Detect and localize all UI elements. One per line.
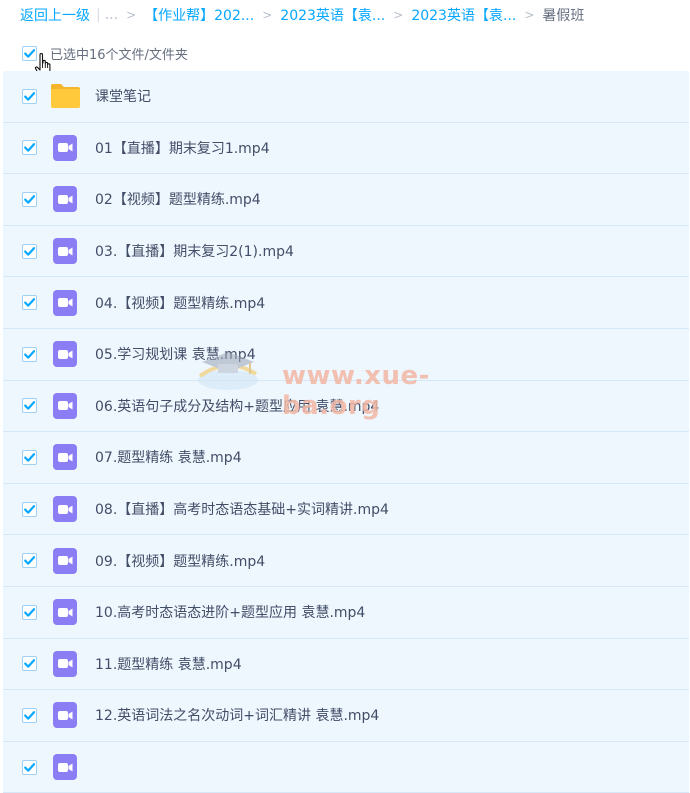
row-checkbox[interactable] xyxy=(22,243,37,259)
chevron-right-icon: > xyxy=(393,8,404,22)
breadcrumb-divider: | xyxy=(96,7,101,23)
breadcrumb-ellipsis[interactable]: ... xyxy=(105,7,118,23)
row-checkbox[interactable] xyxy=(22,346,37,362)
row-checkbox[interactable] xyxy=(22,191,37,207)
file-row[interactable]: 02【视频】题型精练.mp4 xyxy=(3,174,689,226)
row-checkbox[interactable] xyxy=(22,140,37,156)
breadcrumb-current: 暑假班 xyxy=(542,8,585,24)
breadcrumb-item[interactable]: 【作业帮】202... xyxy=(144,5,254,25)
file-row[interactable]: 03.【直播】期末复习2(1).mp4 xyxy=(3,225,689,278)
video-file-icon xyxy=(53,754,77,781)
row-checkbox[interactable] xyxy=(22,553,37,569)
file-row[interactable]: 10.高考时态语态进阶+题型应用 袁慧.mp4 xyxy=(3,586,689,639)
video-file-icon xyxy=(53,392,77,419)
checkmark-icon xyxy=(24,504,36,514)
select-all-checkbox[interactable] xyxy=(22,45,37,61)
file-name[interactable]: 01【直播】期末复习1.mp4 xyxy=(95,138,270,158)
selection-count: 已选中16个文件/文件夹 xyxy=(50,47,188,63)
checkmark-icon xyxy=(24,711,36,720)
file-row[interactable] xyxy=(3,741,689,793)
video-file-icon xyxy=(53,444,77,471)
video-file-icon xyxy=(53,341,77,368)
file-row[interactable]: 09.【视频】题型精练.mp4 xyxy=(3,535,689,587)
chevron-right-icon: > xyxy=(262,8,273,22)
checkmark-icon xyxy=(24,556,36,565)
file-name[interactable]: 03.【直播】期末复习2(1).mp4 xyxy=(95,241,294,261)
checkmark-icon xyxy=(24,91,36,101)
checkmark-icon xyxy=(24,349,36,359)
file-name[interactable]: 11.题型精练 袁慧.mp4 xyxy=(95,654,242,674)
file-row[interactable]: 04.【视频】题型精练.mp4 xyxy=(3,277,689,329)
file-name[interactable]: 12.英语词法之名次动词+词汇精讲 袁慧.mp4 xyxy=(95,705,379,725)
video-file-icon xyxy=(53,186,77,213)
checkmark-icon xyxy=(24,401,36,411)
checkmark-icon xyxy=(24,298,36,307)
video-file-icon xyxy=(53,238,77,265)
selection-bar: 已选中16个文件/文件夹 xyxy=(0,36,690,70)
checkmark-icon xyxy=(24,607,36,617)
row-checkbox[interactable] xyxy=(22,759,37,775)
file-row[interactable]: 06.英语句子成分及结构+题型应用 袁慧.mp4 xyxy=(3,380,689,433)
file-row[interactable]: 11.题型精练 袁慧.mp4 xyxy=(3,638,689,691)
checkmark-icon xyxy=(24,659,36,669)
checkmark-icon xyxy=(24,143,36,153)
row-checkbox[interactable] xyxy=(22,707,37,723)
checkmark-icon xyxy=(24,48,36,58)
file-list: 课堂笔记 01【直播】期末复习1.mp4 02【视频】题型精练.mp4 03.【直播】… xyxy=(3,71,689,793)
row-checkbox[interactable] xyxy=(22,501,37,517)
video-file-icon xyxy=(53,289,77,316)
file-name[interactable]: 02【视频】题型精练.mp4 xyxy=(95,189,261,209)
checkmark-icon xyxy=(24,762,36,772)
breadcrumb-item[interactable]: 2023英语【袁... xyxy=(280,5,385,25)
file-row[interactable]: 07.题型精练 袁慧.mp4 xyxy=(3,432,689,484)
file-name[interactable]: 10.高考时态语态进阶+题型应用 袁慧.mp4 xyxy=(95,602,365,622)
folder-row[interactable]: 课堂笔记 xyxy=(3,71,689,123)
row-checkbox[interactable] xyxy=(22,398,37,414)
file-name[interactable]: 08.【直播】高考时态语态基础+实词精讲.mp4 xyxy=(95,499,389,519)
file-name[interactable]: 课堂笔记 xyxy=(95,86,151,106)
checkmark-icon xyxy=(24,246,36,256)
breadcrumb: 返回上一级 | ... > 【作业帮】202... > 2023英语【袁... … xyxy=(20,0,690,30)
row-checkbox[interactable] xyxy=(22,604,37,620)
row-checkbox[interactable] xyxy=(22,88,37,104)
file-row[interactable]: 01【直播】期末复习1.mp4 xyxy=(3,122,689,175)
back-link[interactable]: 返回上一级 xyxy=(20,5,90,25)
video-file-icon xyxy=(53,496,77,523)
file-name[interactable]: 09.【视频】题型精练.mp4 xyxy=(95,551,265,571)
chevron-right-icon: > xyxy=(126,8,137,22)
file-row[interactable]: 08.【直播】高考时态语态基础+实词精讲.mp4 xyxy=(3,483,689,536)
checkmark-icon xyxy=(24,453,36,462)
file-name[interactable]: 06.英语句子成分及结构+题型应用 袁慧.mp4 xyxy=(95,396,379,416)
file-name[interactable]: 07.题型精练 袁慧.mp4 xyxy=(95,447,242,467)
video-file-icon xyxy=(53,599,77,626)
video-file-icon xyxy=(53,547,77,574)
row-checkbox[interactable] xyxy=(22,295,37,311)
breadcrumb-item[interactable]: 2023英语【袁... xyxy=(411,5,516,25)
row-checkbox[interactable] xyxy=(22,449,37,465)
file-row[interactable]: 05.学习规划课 袁慧.mp4 xyxy=(3,328,689,381)
file-name[interactable]: 04.【视频】题型精练.mp4 xyxy=(95,293,265,313)
checkmark-icon xyxy=(24,195,36,204)
file-row[interactable]: 12.英语词法之名次动词+词汇精讲 袁慧.mp4 xyxy=(3,690,689,742)
row-checkbox[interactable] xyxy=(22,656,37,672)
video-file-icon xyxy=(53,134,77,161)
file-name[interactable]: 05.学习规划课 袁慧.mp4 xyxy=(95,344,256,364)
chevron-right-icon: > xyxy=(524,8,535,22)
video-file-icon xyxy=(53,650,77,677)
video-file-icon xyxy=(53,702,77,729)
folder-icon xyxy=(50,83,81,109)
